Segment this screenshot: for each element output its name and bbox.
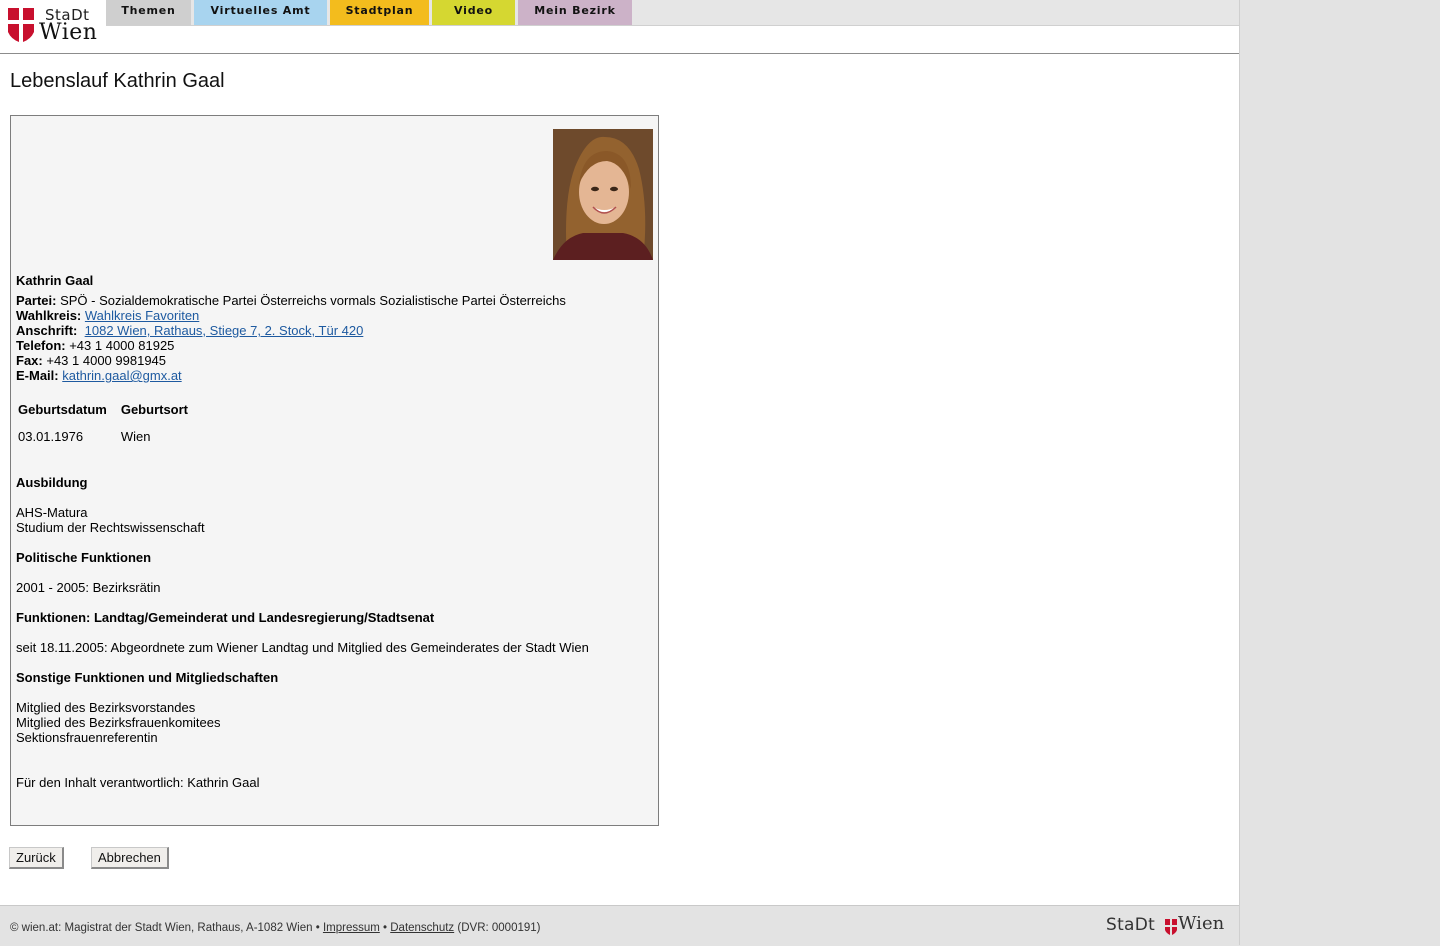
- table-header-geburtsort: Geburtsort: [120, 402, 189, 417]
- footer-flag-icon: [1165, 919, 1177, 935]
- profile-box: Kathrin Gaal Partei: SPÖ - Sozialdemokra…: [10, 115, 659, 826]
- footer: © wien.at: Magistrat der Stadt Wien, Rat…: [0, 905, 1239, 946]
- section-title-politische-funktionen: Politische Funktionen: [16, 550, 152, 565]
- tab-stadtplan[interactable]: Stadtplan: [330, 0, 429, 25]
- anschrift-link[interactable]: 1082 Wien, Rathaus, Stiege 7, 2. Stock, …: [85, 323, 364, 338]
- footer-dvr: (DVR: 0000191): [457, 922, 541, 934]
- tab-video[interactable]: Video: [432, 0, 515, 25]
- telefon-row: Telefon: +43 1 4000 81925: [16, 338, 566, 353]
- telefon-label: Telefon:: [16, 338, 66, 353]
- list-item: 2001 - 2005: Bezirksrätin: [16, 580, 161, 595]
- partei-label: Partei:: [16, 293, 57, 308]
- section-body-politische-funktionen: 2001 - 2005: Bezirksrätin: [16, 580, 161, 595]
- anschrift-row: Anschrift: 1082 Wien, Rathaus, Stiege 7,…: [16, 323, 566, 338]
- telefon-value: +43 1 4000 81925: [69, 338, 175, 353]
- list-item: seit 18.11.2005: Abgeordnete zum Wiener …: [16, 640, 589, 655]
- anschrift-label: Anschrift:: [16, 323, 78, 338]
- cancel-button[interactable]: Abbrechen: [91, 847, 169, 869]
- responsible-note: Für den Inhalt verantwortlich: Kathrin G…: [16, 775, 260, 790]
- birth-table: Geburtsdatum Geburtsort 03.01.1976 Wien: [16, 399, 200, 447]
- list-item: Studium der Rechtswissenschaft: [16, 520, 205, 535]
- footer-copyright: © wien.at: Magistrat der Stadt Wien, Rat…: [10, 922, 320, 934]
- email-link[interactable]: kathrin.gaal@gmx.at: [62, 368, 181, 383]
- page: StaDt Wien Themen Virtuelles Amt Stadtpl…: [0, 0, 1240, 946]
- section-title-sonstige-funktionen: Sonstige Funktionen und Mitgliedschaften: [16, 670, 279, 685]
- datenschutz-link[interactable]: Datenschutz: [390, 922, 454, 934]
- fax-row: Fax: +43 1 4000 9981945: [16, 353, 566, 368]
- portrait-photo: [553, 129, 653, 260]
- section-body-landtag-funktionen: seit 18.11.2005: Abgeordnete zum Wiener …: [16, 640, 589, 655]
- logo-wien-text: Wien: [39, 20, 98, 45]
- footer-text: © wien.at: Magistrat der Stadt Wien, Rat…: [10, 922, 541, 934]
- footer-logo[interactable]: StaDt Wien: [1106, 913, 1231, 939]
- footer-separator: •: [383, 922, 388, 934]
- footer-logo-stadt: StaDt: [1106, 915, 1156, 935]
- back-button[interactable]: Zurück: [9, 847, 64, 869]
- impressum-link[interactable]: Impressum: [323, 922, 380, 934]
- email-row: E-Mail: kathrin.gaal@gmx.at: [16, 368, 566, 383]
- section-title-landtag-funktionen: Funktionen: Landtag/Gemeinderat und Land…: [16, 610, 435, 625]
- footer-logo-wien: Wien: [1178, 913, 1225, 934]
- section-title-ausbildung: Ausbildung: [16, 475, 88, 490]
- table-row: 03.01.1976 Wien: [16, 423, 200, 447]
- section-body-sonstige-funktionen: Mitglied des Bezirksvorstandes Mitglied …: [16, 700, 220, 745]
- email-label: E-Mail:: [16, 368, 59, 383]
- section-body-ausbildung: AHS-Matura Studium der Rechtswissenschaf…: [16, 505, 205, 535]
- stadt-wien-logo[interactable]: StaDt Wien: [6, 5, 102, 45]
- vienna-flag-icon: [8, 8, 34, 42]
- list-item: Mitglied des Bezirksfrauenkomitees: [16, 715, 221, 730]
- tab-virtuelles-amt[interactable]: Virtuelles Amt: [194, 0, 327, 25]
- table-header-row: Geburtsdatum Geburtsort: [16, 399, 200, 423]
- fax-value: +43 1 4000 9981945: [46, 353, 167, 368]
- birth-place-cell: Wien: [120, 429, 151, 444]
- wahlkreis-row: Wahlkreis: Wahlkreis Favoriten: [16, 308, 566, 323]
- main-navigation: Themen Virtuelles Amt Stadtplan Video Me…: [106, 0, 1239, 26]
- birth-date-cell: 03.01.1976: [18, 429, 84, 444]
- partei-value: SPÖ - Sozialdemokratische Partei Österre…: [60, 293, 566, 308]
- table-header-geburtsdatum: Geburtsdatum: [18, 402, 107, 417]
- list-item: Mitglied des Bezirksvorstandes: [16, 700, 196, 715]
- partei-row: Partei: SPÖ - Sozialdemokratische Partei…: [16, 293, 566, 308]
- profile-name: Kathrin Gaal: [16, 273, 94, 288]
- list-item: Sektionsfrauenreferentin: [16, 730, 158, 745]
- tab-themen[interactable]: Themen: [106, 0, 191, 25]
- header-divider: [0, 53, 1239, 54]
- tab-mein-bezirk[interactable]: Mein Bezirk: [518, 0, 632, 25]
- list-item: AHS-Matura: [16, 505, 88, 520]
- fax-label: Fax:: [16, 353, 43, 368]
- page-title: Lebenslauf Kathrin Gaal: [10, 70, 225, 92]
- contact-info: Partei: SPÖ - Sozialdemokratische Partei…: [16, 293, 566, 383]
- wahlkreis-label: Wahlkreis:: [16, 308, 82, 323]
- wahlkreis-link[interactable]: Wahlkreis Favoriten: [85, 308, 199, 323]
